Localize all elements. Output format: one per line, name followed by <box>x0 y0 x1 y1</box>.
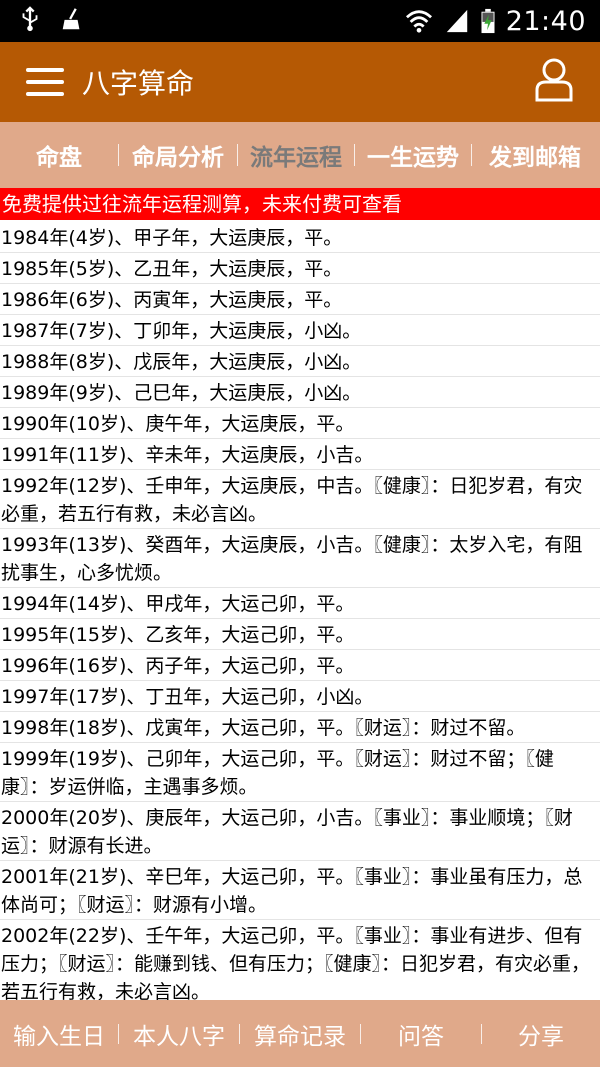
tab-divider <box>237 144 238 166</box>
cleaner-icon <box>62 8 80 30</box>
list-item: 1987年(7岁)、丁卯年，大运庚辰，小凶。 <box>0 315 600 346</box>
input-birthday-button[interactable]: 输入生日 <box>0 1017 118 1051</box>
qa-button[interactable]: 问答 <box>361 1017 481 1051</box>
list-item: 1996年(16岁)、丙子年，大运己卯，平。 <box>0 650 600 681</box>
list-item: 2001年(21岁)、辛巳年，大运己卯，平。〖事业〗：事业虽有压力，总体尚可；〖… <box>0 861 600 920</box>
list-item: 1984年(4岁)、甲子年，大运庚辰，平。 <box>0 222 600 253</box>
app-bar: 八字算命 <box>0 42 600 122</box>
list-item: 1986年(6岁)、丙寅年，大运庚辰，平。 <box>0 284 600 315</box>
signal-icon <box>446 9 467 33</box>
app-title: 八字算命 <box>82 67 195 100</box>
bottom-divider <box>360 1023 361 1044</box>
list-item: 1998年(18岁)、戊寅年，大运己卯，平。〖财运〗：财过不留。 <box>0 712 600 743</box>
tab-send-email[interactable]: 发到邮箱 <box>472 138 598 172</box>
share-button[interactable]: 分享 <box>482 1017 600 1051</box>
yearly-fortune-list[interactable]: 1984年(4岁)、甲子年，大运庚辰，平。 1985年(5岁)、乙丑年，大运庚辰… <box>0 222 600 1000</box>
list-item: 1991年(11岁)、辛未年，大运庚辰，小吉。 <box>0 439 600 470</box>
list-item: 2000年(20岁)、庚辰年，大运己卯，小吉。〖事业〗：事业顺境；〖财运〗：财源… <box>0 802 600 861</box>
tab-bar: 命盘 命局分析 流年运程 一生运势 发到邮箱 <box>0 122 600 188</box>
list-item: 1989年(9岁)、己巳年，大运庚辰，小凶。 <box>0 377 600 408</box>
tab-mingju-analysis[interactable]: 命局分析 <box>119 138 237 172</box>
list-item: 2002年(22岁)、壬午年，大运己卯，平。〖事业〗：事业有进步、但有压力；〖财… <box>0 920 600 1000</box>
tab-mingpan[interactable]: 命盘 <box>0 138 118 172</box>
list-item: 1999年(19岁)、己卯年，大运己卯，平。〖财运〗：财过不留；〖健康〗：岁运併… <box>0 743 600 802</box>
fortune-history-button[interactable]: 算命记录 <box>240 1017 360 1051</box>
list-item: 1994年(14岁)、甲戌年，大运己卯，平。 <box>0 588 600 619</box>
battery-charging-icon <box>481 8 495 34</box>
list-item: 1995年(15岁)、乙亥年，大运己卯，平。 <box>0 619 600 650</box>
tab-divider <box>471 144 472 166</box>
my-bazi-button[interactable]: 本人八字 <box>119 1017 239 1051</box>
list-item: 1997年(17岁)、丁丑年，大运己卯，小凶。 <box>0 681 600 712</box>
list-item: 1992年(12岁)、壬申年，大运庚辰，中吉。〖健康〗：日犯岁君，有灾必重，若五… <box>0 470 600 529</box>
notice-banner[interactable]: 免费提供过往流年运程测算，未来付费可查看 <box>0 188 600 220</box>
hamburger-menu-icon[interactable] <box>26 64 66 100</box>
usb-icon <box>22 6 38 32</box>
list-item: 1985年(5岁)、乙丑年，大运庚辰，平。 <box>0 253 600 284</box>
tab-liunian-yuncheng[interactable]: 流年运程 <box>238 138 354 172</box>
tab-divider <box>354 144 355 166</box>
wifi-icon <box>405 10 432 33</box>
list-item: 1990年(10岁)、庚午年，大运庚辰，平。 <box>0 408 600 439</box>
tab-divider <box>118 144 119 166</box>
list-item: 1993年(13岁)、癸酉年，大运庚辰，小吉。〖健康〗：太岁入宅，有阻扰事生，心… <box>0 529 600 588</box>
status-time: 21:40 <box>505 5 586 37</box>
bottom-divider <box>239 1023 240 1044</box>
status-bar: 21:40 <box>0 0 600 42</box>
list-item: 1988年(8岁)、戊辰年，大运庚辰，小凶。 <box>0 346 600 377</box>
bottom-divider <box>118 1023 119 1044</box>
bottom-divider <box>481 1023 482 1044</box>
bottom-nav-bar: 输入生日 本人八字 算命记录 问答 分享 <box>0 1000 600 1067</box>
user-profile-icon[interactable] <box>534 56 574 104</box>
tab-yisheng-yunshi[interactable]: 一生运势 <box>355 138 471 172</box>
